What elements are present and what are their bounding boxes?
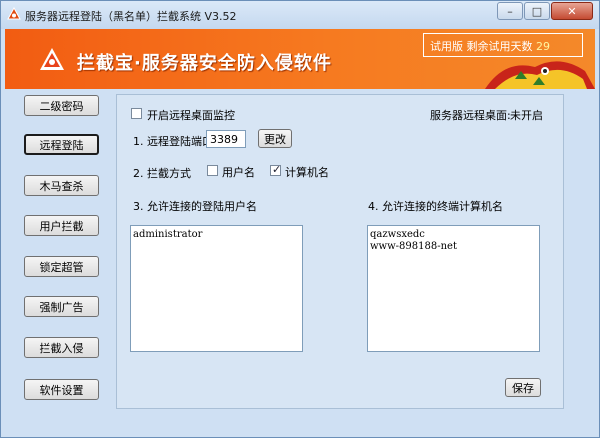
banner: 拦截宝·服务器安全防入侵软件 试用版 剩余试用天数 29 [5,29,595,89]
app-window: 服务器远程登陆（黑名单）拦截系统 V3.52 – □ ✕ 拦截宝·服务器安全防入… [0,0,600,438]
list-item[interactable]: administrator [133,229,300,241]
allowed-hosts-heading: 4. 允许连接的终端计算机名 [368,200,503,213]
list-item[interactable]: qazwsxedc [370,229,537,241]
nav-software-settings[interactable]: 软件设置 [24,379,99,400]
nav-force-ad[interactable]: 强制广告 [24,296,99,317]
trial-label: 试用版 剩余试用天数 [430,40,533,53]
close-button[interactable]: ✕ [551,2,593,20]
allowed-hosts-list[interactable]: qazwsxedc www-898188-net [367,225,540,352]
monitor-checkbox[interactable] [131,108,142,119]
mode-username-label: 用户名 [222,166,255,179]
allowed-users-heading: 3. 允许连接的登陆用户名 [133,200,257,213]
allowed-users-list[interactable]: administrator [130,225,303,352]
mode-computer-label: 计算机名 [285,166,329,179]
nav-secondary-password[interactable]: 二级密码 [24,95,99,116]
nav-user-block[interactable]: 用户拦截 [24,215,99,236]
app-icon [7,7,21,20]
check-mark-icon: ✓ [272,163,282,176]
window-controls: – □ ✕ [496,2,593,20]
trial-status: 试用版 剩余试用天数 29 [423,33,583,57]
nav-trojan-scan[interactable]: 木马查杀 [24,175,99,196]
port-input[interactable] [206,130,246,148]
logo-icon [40,48,64,70]
port-label: 1. 远程登陆端口 [133,135,213,148]
list-item[interactable]: www-898188-net [370,241,537,253]
mode-username-checkbox[interactable] [207,165,218,176]
mode-computer-checkbox[interactable]: ✓ [270,163,282,176]
save-button[interactable]: 保存 [505,378,541,397]
minimize-button[interactable]: – [497,2,523,20]
remote-login-panel: 开启远程桌面监控 服务器远程桌面: 未开启 1. 远程登陆端口 更改 2. 拦截… [116,94,564,409]
change-port-button[interactable]: 更改 [258,129,292,148]
nav-lock-admin[interactable]: 锁定超管 [24,256,99,277]
banner-title: 拦截宝·服务器安全防入侵软件 [77,53,332,74]
nav-block-intrusion[interactable]: 拦截入侵 [24,337,99,358]
monitor-label: 开启远程桌面监控 [147,109,235,122]
maximize-button[interactable]: □ [524,2,550,20]
remote-desktop-status-value: 未开启 [510,109,543,122]
block-mode-label: 2. 拦截方式 [133,167,191,180]
title-bar: 服务器远程登陆（黑名单）拦截系统 V3.52 – □ ✕ [1,1,599,29]
trial-days: 29 [536,40,550,53]
window-title: 服务器远程登陆（黑名单）拦截系统 V3.52 [25,10,237,23]
remote-desktop-status-label: 服务器远程桌面: [430,109,511,122]
nav-remote-login[interactable]: 远程登陆 [24,134,99,155]
